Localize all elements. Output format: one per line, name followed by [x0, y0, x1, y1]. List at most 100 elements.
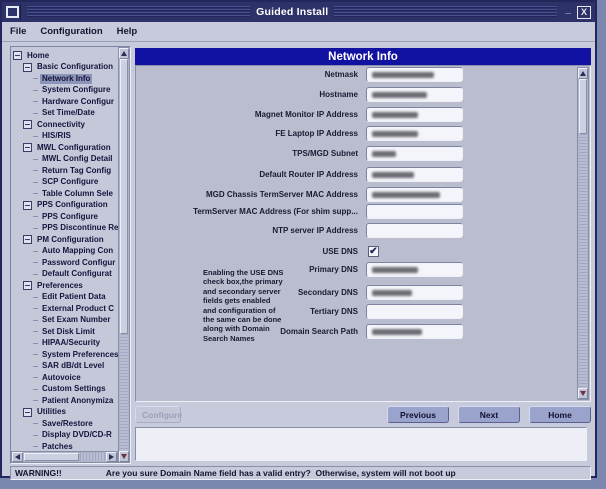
tree-item-connectivity[interactable]: Connectivity	[12, 119, 119, 131]
tree-item-return-tag-config[interactable]: Return Tag Config	[12, 165, 119, 177]
tree-item-label: MWL Configuration	[35, 143, 113, 153]
tree-item-label: Utilities	[35, 407, 68, 417]
tree-item-system-preferences[interactable]: System Preferences	[12, 349, 119, 361]
use-dns-checkbox[interactable]: ✔	[368, 246, 379, 257]
scroll-down-button[interactable]	[578, 388, 588, 399]
scrollbar-thumb[interactable]	[24, 453, 79, 461]
configure-button[interactable]: Configure	[135, 406, 181, 423]
tree-item-mwl-config-detail[interactable]: MWL Config Detail	[12, 154, 119, 166]
tree-item-utilities[interactable]: Utilities	[12, 407, 119, 419]
minimize-button[interactable]: _	[563, 7, 573, 17]
previous-button[interactable]: Previous	[387, 406, 449, 423]
input-fe-laptop-ip-address[interactable]	[366, 126, 463, 141]
close-button[interactable]: X	[577, 6, 591, 19]
tree-item-patient-anonymiza[interactable]: Patient Anonymiza	[12, 395, 119, 407]
scrollbar-track[interactable]	[579, 134, 587, 388]
scrollbar-track[interactable]	[80, 453, 105, 461]
scroll-right-button[interactable]	[106, 452, 117, 462]
collapse-icon[interactable]	[23, 408, 32, 417]
scroll-up-button[interactable]	[578, 68, 588, 79]
form-row-domain-search-path: Domain Search Path	[136, 324, 576, 340]
tree-item-pps-discontinue-re[interactable]: PPS Discontinue Re	[12, 223, 119, 235]
tree-connector	[33, 182, 38, 183]
input-primary-dns[interactable]	[366, 262, 463, 277]
tree-connector	[33, 297, 38, 298]
input-magnet-monitor-ip-address[interactable]	[366, 107, 463, 122]
menu-configuration[interactable]: Configuration	[40, 26, 102, 37]
scrollbar-thumb[interactable]	[579, 79, 587, 134]
titlebar[interactable]: Guided Install _ X	[2, 2, 595, 22]
home-button[interactable]: Home	[529, 406, 591, 423]
tree-item-save-restore[interactable]: Save/Restore	[12, 418, 119, 430]
scroll-up-button[interactable]	[119, 48, 129, 59]
tree-item-default-configurat[interactable]: Default Configurat	[12, 269, 119, 281]
tree-item-table-column-sele[interactable]: Table Column Sele	[12, 188, 119, 200]
tree-item-set-time-date[interactable]: Set Time/Date	[12, 108, 119, 120]
tree-item-hipaa-security[interactable]: HIPAA/Security	[12, 338, 119, 350]
tree-item-system-configure[interactable]: System Configure	[12, 85, 119, 97]
tree-item-custom-settings[interactable]: Custom Settings	[12, 384, 119, 396]
tree-connector	[33, 354, 38, 355]
tree-item-external-product-c[interactable]: External Product C	[12, 303, 119, 315]
scrollbar-thumb[interactable]	[120, 59, 128, 334]
tree-connector	[33, 377, 38, 378]
input-ntp-server-ip-address[interactable]	[366, 223, 463, 238]
tree-connector	[33, 446, 38, 447]
tree-item-home[interactable]: Home	[12, 50, 119, 62]
scrollbar-track[interactable]	[120, 334, 128, 451]
tree-horizontal-scrollbar[interactable]	[11, 451, 118, 463]
menu-file[interactable]: File	[10, 26, 26, 37]
tree-item-password-configur[interactable]: Password Configur	[12, 257, 119, 269]
tree-item-label: Home	[25, 51, 51, 61]
tree-item-patches[interactable]: Patches	[12, 441, 119, 450]
tree-item-his-ris[interactable]: HIS/RIS	[12, 131, 119, 143]
tree-item-label: Auto Mapping Con	[40, 246, 115, 256]
scroll-down-button[interactable]	[119, 451, 129, 462]
tree-item-sar-db-dt-level[interactable]: SAR dB/dt Level	[12, 361, 119, 373]
input-termserver-mac-address-for-shim-supp[interactable]	[366, 204, 463, 219]
input-domain-search-path[interactable]	[366, 324, 463, 339]
tree-item-preferences[interactable]: Preferences	[12, 280, 119, 292]
collapse-icon[interactable]	[23, 63, 32, 72]
input-secondary-dns[interactable]	[366, 285, 463, 300]
collapse-icon[interactable]	[23, 281, 32, 290]
tree-item-pps-configure[interactable]: PPS Configure	[12, 211, 119, 223]
tree-item-pps-configuration[interactable]: PPS Configuration	[12, 200, 119, 212]
window-menu-button[interactable]	[4, 4, 21, 20]
tree-item-set-exam-number[interactable]: Set Exam Number	[12, 315, 119, 327]
collapse-icon[interactable]	[23, 143, 32, 152]
input-tps-mgd-subnet[interactable]	[366, 146, 463, 161]
tree-item-hardware-configur[interactable]: Hardware Configur	[12, 96, 119, 108]
collapse-icon[interactable]	[13, 51, 22, 60]
tree-item-pm-configuration[interactable]: PM Configuration	[12, 234, 119, 246]
tree-item-autovoice[interactable]: Autovoice	[12, 372, 119, 384]
field-label: TPS/MGD Subnet	[136, 146, 358, 162]
scroll-left-button[interactable]	[12, 452, 23, 462]
tree-item-display-dvd-cd-r[interactable]: Display DVD/CD-R	[12, 430, 119, 442]
arrow-down-icon	[121, 454, 127, 459]
form-row-hostname: Hostname	[136, 87, 576, 103]
input-mgd-chassis-termserver-mac-address[interactable]	[366, 187, 463, 202]
input-hostname[interactable]	[366, 87, 463, 102]
input-tertiary-dns[interactable]	[366, 304, 463, 319]
collapse-icon[interactable]	[23, 120, 32, 129]
next-button[interactable]: Next	[458, 406, 520, 423]
collapse-icon[interactable]	[23, 201, 32, 210]
tree-vertical-scrollbar[interactable]	[118, 47, 130, 463]
tree-item-network-info[interactable]: Network Info	[12, 73, 119, 85]
tree-item-scp-configure[interactable]: SCP Configure	[12, 177, 119, 189]
tree-item-edit-patient-data[interactable]: Edit Patient Data	[12, 292, 119, 304]
tree-item-set-disk-limit[interactable]: Set Disk Limit	[12, 326, 119, 338]
redacted-value	[372, 151, 396, 157]
input-default-router-ip-address[interactable]	[366, 167, 463, 182]
tree-connector	[33, 320, 38, 321]
tree-item-mwl-configuration[interactable]: MWL Configuration	[12, 142, 119, 154]
form-vertical-scrollbar[interactable]	[577, 67, 589, 400]
collapse-icon[interactable]	[23, 235, 32, 244]
field-label: Default Router IP Address	[136, 167, 358, 183]
input-netmask[interactable]	[366, 67, 463, 82]
menu-help[interactable]: Help	[117, 26, 138, 37]
tree-item-auto-mapping-con[interactable]: Auto Mapping Con	[12, 246, 119, 258]
tree-item-label: Return Tag Config	[40, 166, 113, 176]
tree-item-basic-configuration[interactable]: Basic Configuration	[12, 62, 119, 74]
